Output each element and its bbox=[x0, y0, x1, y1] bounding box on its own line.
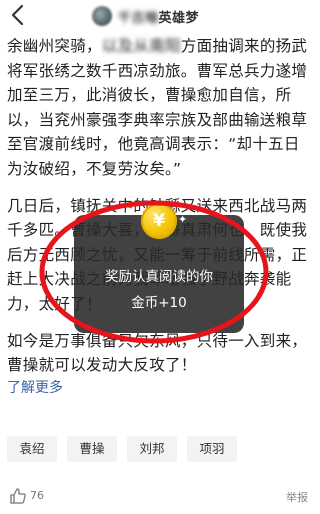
tag-item[interactable]: 袁绍 bbox=[7, 436, 57, 462]
author-name-visible: 英雄梦 bbox=[158, 11, 200, 26]
tag-item[interactable]: 曹操 bbox=[67, 436, 117, 462]
like-count: 76 bbox=[30, 489, 44, 502]
p1-segment-0: 余幽州突骑， bbox=[7, 37, 102, 55]
tag-item[interactable]: 刘邦 bbox=[127, 436, 177, 462]
report-link[interactable]: 举报 bbox=[286, 489, 308, 505]
author-name[interactable]: 千古暗英雄梦 bbox=[118, 7, 199, 26]
back-arrow-icon[interactable] bbox=[8, 3, 28, 27]
p1-segment-1: 以及从南阳 bbox=[101, 37, 181, 55]
top-bar: 千古暗英雄梦 bbox=[0, 0, 320, 32]
read-more-link[interactable]: 了解更多 bbox=[7, 377, 63, 397]
author-avatar[interactable] bbox=[92, 6, 112, 26]
p1-segment-2: 方面抽调来的扬武将军张绣之数千西凉劲旅。曹军总兵力遂增加至三万，此消彼长，曹操愈… bbox=[7, 37, 308, 178]
author-name-blurred: 千古 bbox=[118, 11, 146, 26]
highlight-ring-annotation bbox=[39, 200, 269, 344]
footer-bar: 76 举报 bbox=[0, 484, 320, 514]
tag-item[interactable]: 项羽 bbox=[187, 436, 237, 462]
author-name-blurred-2: 暗 bbox=[145, 11, 159, 26]
thumbs-up-icon[interactable] bbox=[9, 487, 27, 505]
article-paragraph-1: 余幽州突骑，以及从南阳方面抽调来的扬武将军张绣之数千西凉劲旅。曹军总兵力遂增加至… bbox=[7, 34, 313, 182]
